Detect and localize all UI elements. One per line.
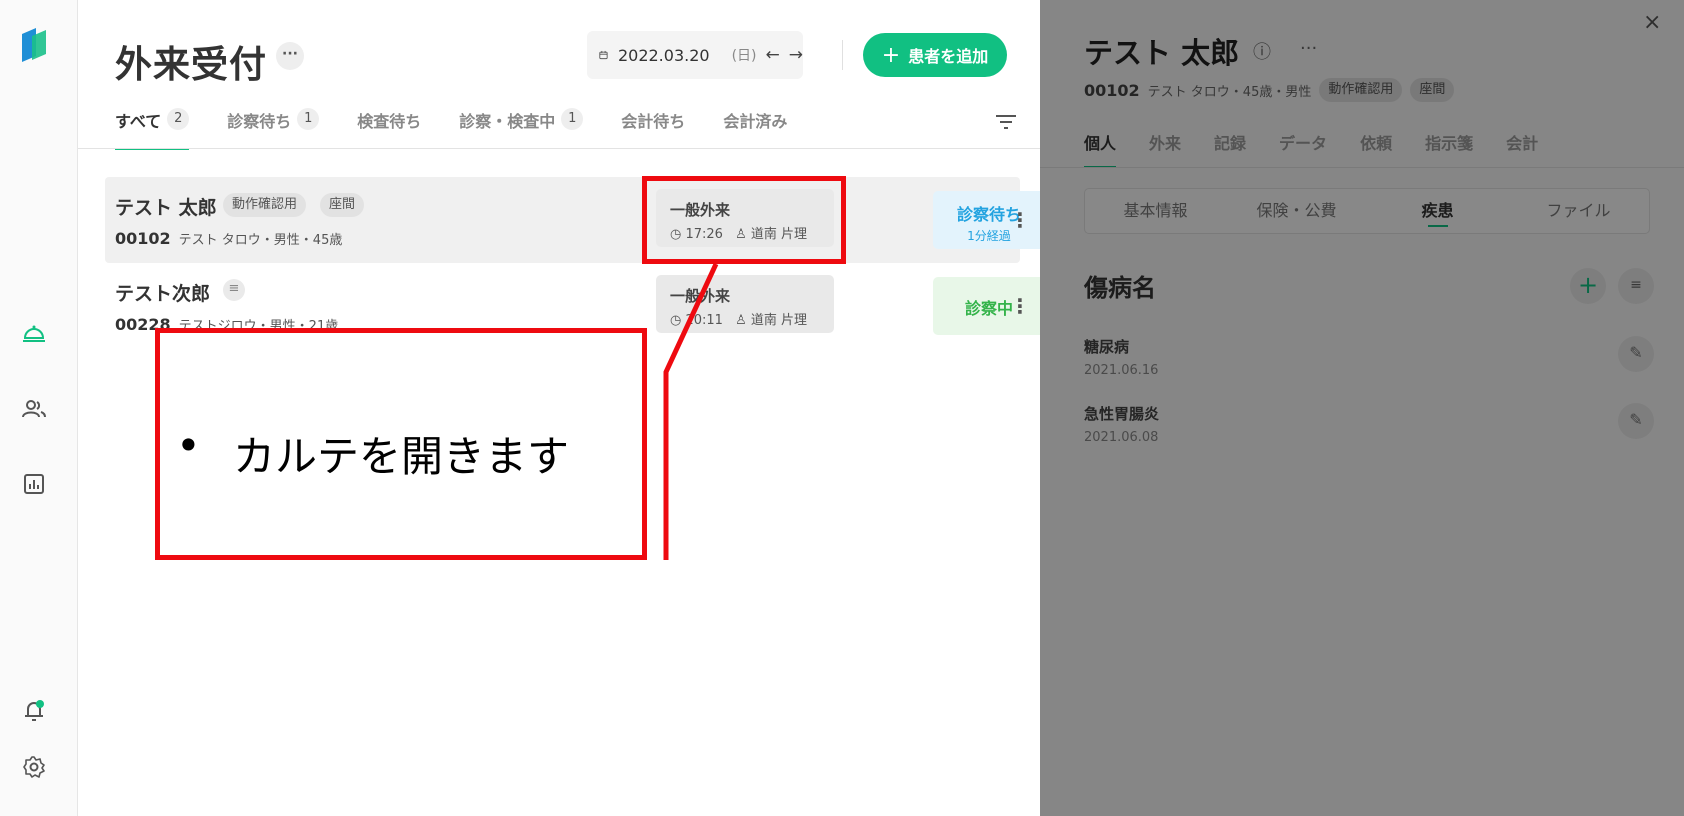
tab-waiting-exam[interactable]: 診察待ち 1 xyxy=(227,108,320,148)
header-divider xyxy=(842,40,843,70)
callout-bullet: • xyxy=(176,421,201,470)
patient-meta: 00102 テスト タロウ・男性・45歳 xyxy=(115,229,342,248)
tab-label: 会計待ち xyxy=(621,112,686,131)
note-icon[interactable]: ≡ xyxy=(223,279,245,301)
visit-time: 20:11 xyxy=(685,313,723,328)
visit-card[interactable]: 一般外来 ◷ 20:11 ♙ 道南 片理 xyxy=(656,275,834,333)
patient-info: テスト タロウ・男性・45歳 xyxy=(178,233,343,248)
visit-type: 一般外来 xyxy=(670,287,731,305)
notification-bell-icon[interactable] xyxy=(19,696,49,726)
tab-label: 診察・検査中 xyxy=(459,112,556,131)
tab-label: 診察待ち xyxy=(227,112,292,131)
tab-label: すべて xyxy=(115,112,162,131)
tab-label: 会計済み xyxy=(723,112,788,131)
tab-in-exam[interactable]: 診察・検査中 1 xyxy=(459,108,584,148)
row-menu-icon[interactable]: ⋮ xyxy=(1010,293,1030,319)
title-more-button[interactable]: ··· xyxy=(276,42,304,70)
patient-name: テスト 太郎 xyxy=(115,197,217,219)
patient-id: 00102 xyxy=(115,229,171,248)
add-patient-button[interactable]: + 患者を追加 xyxy=(863,33,1007,77)
visit-meta: ◷ 20:11 ♙ 道南 片理 xyxy=(670,309,807,328)
page-title: 外来受付 xyxy=(115,43,267,86)
settings-gear-icon[interactable] xyxy=(19,752,49,782)
patient-name: テスト次郎 xyxy=(115,283,211,305)
row-menu-icon[interactable]: ⋮ xyxy=(1010,207,1030,233)
tab-waiting-test[interactable]: 検査待ち xyxy=(357,108,421,148)
filter-icon[interactable] xyxy=(995,112,1017,132)
side-rail xyxy=(0,0,78,816)
tab-label: 検査待ち xyxy=(357,112,422,131)
next-day-arrow-icon[interactable]: → xyxy=(789,45,803,65)
plus-icon: + xyxy=(881,42,901,68)
panel-dim-overlay xyxy=(1040,0,1684,816)
prev-day-arrow-icon[interactable]: ← xyxy=(766,45,780,65)
tab-all[interactable]: すべて 2 xyxy=(115,108,190,150)
add-patient-label: 患者を追加 xyxy=(908,47,989,66)
status-tabs: すべて 2 診察待ち 1 検査待ち 診察・検査中 1 会計待ち 会計済み xyxy=(115,108,825,150)
tab-paid[interactable]: 会計済み xyxy=(723,108,787,148)
tab-count: 2 xyxy=(167,108,190,130)
person-icon: ♙ xyxy=(735,313,747,328)
calendar-icon xyxy=(599,50,608,60)
callout-highlight-frame xyxy=(642,176,846,264)
tab-divider xyxy=(78,148,1040,149)
tab-count: 1 xyxy=(561,108,584,130)
clock-icon: ◷ xyxy=(670,313,682,328)
analytics-icon[interactable] xyxy=(19,469,49,499)
tab-count: 1 xyxy=(297,108,320,130)
reception-bell-icon[interactable] xyxy=(19,318,49,348)
patients-icon[interactable] xyxy=(19,394,49,424)
app-logo-icon[interactable] xyxy=(20,26,48,64)
doctor-name: 道南 片理 xyxy=(750,313,808,328)
app: 外来受付 ··· 2022.03.20 (日) ← → + 患者を追加 すべて 2… xyxy=(0,0,1684,816)
tab-waiting-payment[interactable]: 会計待ち xyxy=(621,108,685,148)
date-value: 2022.03.20 xyxy=(617,45,710,65)
date-picker[interactable]: 2022.03.20 (日) ← → xyxy=(587,31,803,79)
callout-text: カルテを開きます xyxy=(233,432,570,481)
patient-row[interactable]: テスト 太郎 動作確認用 座間 00102 テスト タロウ・男性・45歳 一般外来… xyxy=(105,177,1045,263)
callout-box: • カルテを開きます xyxy=(155,328,647,560)
patient-tag: 動作確認用 xyxy=(223,193,307,217)
patient-tag: 座間 xyxy=(320,193,365,217)
weekday-label: (日) xyxy=(731,48,757,64)
